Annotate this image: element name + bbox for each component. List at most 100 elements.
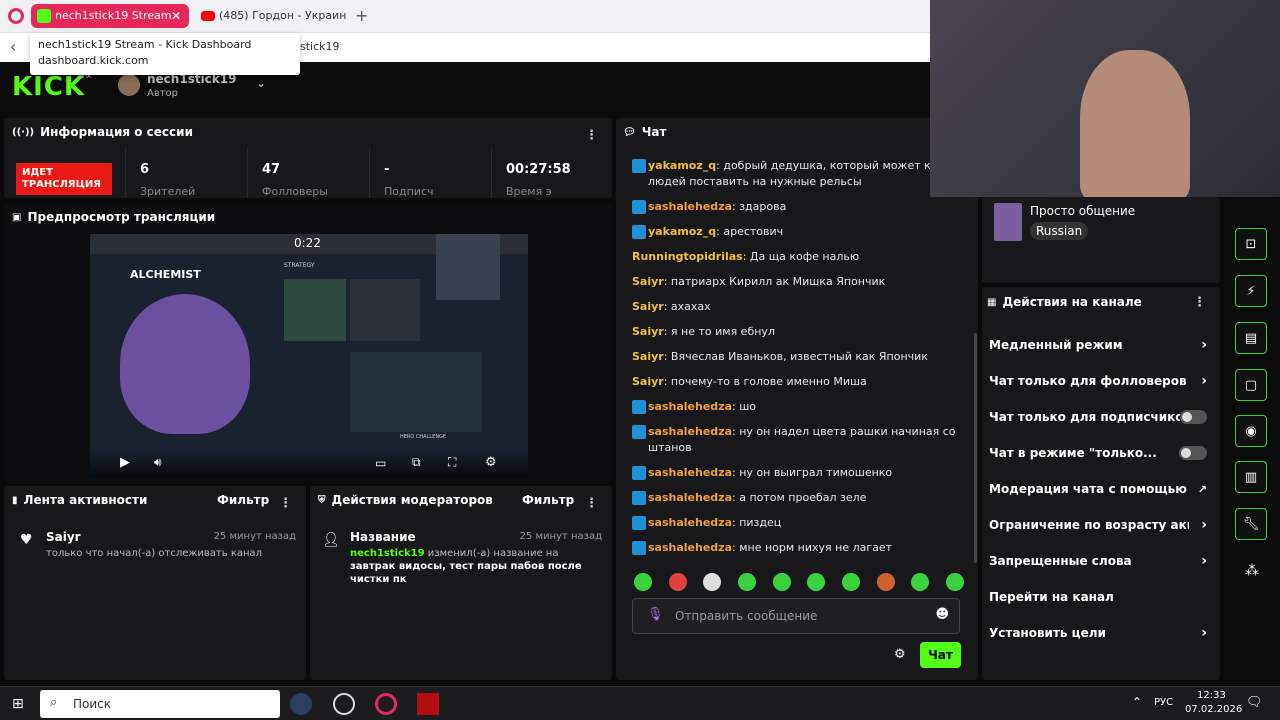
channel-action-item[interactable]: Чат только для фолловеров › xyxy=(979,363,1217,399)
apps-icon[interactable]: ⁂ xyxy=(1245,563,1259,579)
channel-action-item[interactable]: Запрещенные слова › xyxy=(979,543,1217,579)
chat-username[interactable]: sashalehedza xyxy=(648,516,732,529)
microphone-icon[interactable]: 🎙︎ xyxy=(647,607,664,622)
filter-button[interactable]: Фильтр xyxy=(217,493,269,507)
chat-username[interactable]: sashalehedza xyxy=(648,491,732,504)
opera-icon[interactable] xyxy=(8,8,24,24)
back-arrow-icon[interactable]: ‹ xyxy=(10,37,16,56)
chat-username[interactable]: Saiyr xyxy=(632,375,664,388)
broadcast-icon[interactable]: ◉ xyxy=(1235,415,1267,447)
chat-scrollbar[interactable] xyxy=(974,333,977,563)
send-chat-button[interactable]: Чат xyxy=(920,642,961,668)
emote[interactable] xyxy=(703,573,722,591)
chat-username[interactable]: yakamoz_q xyxy=(648,225,716,238)
stream-status-icon[interactable]: ⊡ xyxy=(1235,228,1267,260)
close-icon[interactable]: ✕ xyxy=(171,4,181,28)
chat-message: Saiyr: Вячеслав Иваньков, известный как … xyxy=(632,349,964,365)
steam-icon[interactable] xyxy=(290,693,312,715)
modaction-user[interactable]: nech1stick19 xyxy=(350,548,425,559)
channel-action-label: Чат только для фолловеров xyxy=(989,374,1187,388)
emote[interactable] xyxy=(841,573,860,591)
notifications-icon[interactable]: 🗨︎ xyxy=(1246,695,1263,710)
taskbar-search-placeholder: Поиск xyxy=(73,697,112,711)
taskbar-search[interactable]: ⌕ Поиск xyxy=(40,690,280,718)
windows-start-icon[interactable]: ⊞ xyxy=(12,696,24,712)
toggle-switch[interactable] xyxy=(1180,410,1207,424)
chat-username[interactable]: sashalehedza xyxy=(648,200,732,213)
stat-label: Подписч xyxy=(384,185,434,198)
chat-username[interactable]: yakamoz_q xyxy=(648,159,716,172)
chevron-down-icon[interactable]: ⌄ xyxy=(256,76,266,90)
volume-icon[interactable]: 🔊︎ xyxy=(154,455,162,470)
chat-username[interactable]: Saiyr xyxy=(632,325,664,338)
channel-action-item[interactable]: Медленный режим › xyxy=(979,327,1217,363)
document-icon[interactable]: ▤ xyxy=(1235,322,1267,354)
clock-time[interactable]: 12:33 xyxy=(1197,690,1226,701)
avatar[interactable] xyxy=(118,74,140,96)
emote[interactable] xyxy=(945,573,964,591)
media-icon[interactable]: ▥ xyxy=(1235,461,1267,493)
emote[interactable] xyxy=(772,573,791,591)
play-icon[interactable]: ▶ xyxy=(120,455,130,470)
chat-settings-gear-icon[interactable]: ⚙ xyxy=(894,647,906,662)
chat-icon[interactable]: ▢ xyxy=(1235,369,1267,401)
emote[interactable] xyxy=(668,573,687,591)
chat-username[interactable]: Saiyr xyxy=(632,350,664,363)
moderator-badge-icon xyxy=(632,225,646,239)
dota-icon[interactable] xyxy=(417,693,439,715)
browser-tab-kick[interactable]: nech1stick19 Stream - ✕ xyxy=(31,4,189,28)
theater-mode-icon[interactable]: ▭ xyxy=(375,456,386,470)
chat-username[interactable]: Saiyr xyxy=(632,300,664,313)
emote[interactable] xyxy=(634,573,652,591)
wrench-icon[interactable]: 🔧︎ xyxy=(1235,508,1267,540)
chat-message: sashalehedza: мне норм нихуя не лагает xyxy=(632,540,964,556)
chat-username[interactable]: Saiyr xyxy=(632,275,664,288)
chat-message-list[interactable]: yakamoz_q: добрый дедушка, который может… xyxy=(632,158,964,558)
video-player[interactable]: 0:22 ALCHEMIST STRATEGY HERO CHALLENGE ▶… xyxy=(90,234,528,478)
channel-action-item[interactable]: Перейти на канал xyxy=(979,579,1217,615)
emote[interactable] xyxy=(807,573,826,591)
activity-user[interactable]: Saiyr xyxy=(46,530,81,544)
more-menu-icon[interactable]: ⋮ xyxy=(1193,295,1206,310)
more-menu-icon[interactable]: ⋮ xyxy=(279,496,292,511)
chat-username[interactable]: sashalehedza xyxy=(648,400,732,413)
more-menu-icon[interactable]: ⋮ xyxy=(585,128,598,143)
new-tab-icon[interactable]: + xyxy=(355,6,368,25)
browser-tab-youtube[interactable]: (485) Гордон - Украина, Р xyxy=(195,4,347,28)
chat-message: sashalehedza: шо xyxy=(632,399,964,415)
lightning-icon[interactable]: ⚡︎ xyxy=(1235,275,1267,307)
channel-action-item[interactable]: Ограничение по возрасту аккаунта › xyxy=(979,507,1217,543)
fullscreen-icon[interactable]: ⛶ xyxy=(448,455,456,470)
chat-username[interactable]: sashalehedza xyxy=(648,541,732,554)
channel-action-item[interactable]: Чат только для подписчиков xyxy=(979,399,1217,435)
channel-action-item[interactable]: Модерация чата с помощью ИИ ↗ xyxy=(979,471,1217,507)
channel-action-item[interactable]: Установить цели › xyxy=(979,615,1217,651)
chevron-right-icon: › xyxy=(1201,337,1207,353)
chat-username[interactable]: sashalehedza xyxy=(648,425,732,438)
channel-action-label: Установить цели xyxy=(989,626,1106,640)
emote[interactable] xyxy=(911,573,930,591)
category-thumbnail[interactable] xyxy=(994,203,1022,241)
pip-icon[interactable]: ⧉ xyxy=(412,455,421,470)
app-icon[interactable] xyxy=(333,693,355,715)
emote[interactable] xyxy=(876,573,895,591)
chat-username[interactable]: sashalehedza xyxy=(648,466,732,479)
emote[interactable] xyxy=(737,573,756,591)
kick-logo[interactable]: KICK xyxy=(12,72,85,102)
category-name[interactable]: Просто общение xyxy=(1030,204,1135,218)
emoji-icon[interactable]: ☻ xyxy=(935,607,949,622)
chat-input-box[interactable]: 🎙︎ Отправить сообщение ☻ xyxy=(632,598,960,634)
chevron-up-icon[interactable]: ⌃ xyxy=(1132,695,1142,709)
emote-bar xyxy=(634,573,964,593)
toggle-switch[interactable] xyxy=(1179,446,1207,460)
more-menu-icon[interactable]: ⋮ xyxy=(585,496,598,511)
keyboard-language[interactable]: РУС xyxy=(1154,697,1173,708)
chat-username[interactable]: Runningtopidrilas xyxy=(632,250,743,263)
opera-taskbar-icon[interactable] xyxy=(375,693,397,715)
clock-date[interactable]: 07.02.2026 xyxy=(1185,704,1242,715)
address-text[interactable]: stick19 xyxy=(300,40,340,53)
settings-gear-icon[interactable]: ⚙ xyxy=(485,455,497,470)
moderator-badge-icon xyxy=(632,200,646,214)
filter-button[interactable]: Фильтр xyxy=(522,493,574,507)
channel-action-item[interactable]: Чат в режиме "только... xyxy=(979,435,1217,471)
